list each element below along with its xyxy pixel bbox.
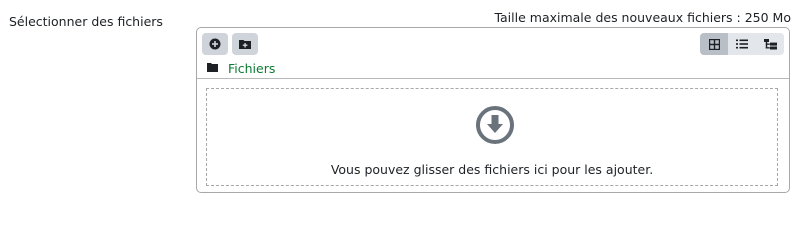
max-size-notice: Taille maximale des nouveaux fichiers : …: [494, 10, 791, 25]
file-manager: Fichiers Vous pouvez glisser des fichier…: [196, 27, 790, 193]
drop-zone[interactable]: Vous pouvez glisser des fichiers ici pou…: [206, 88, 778, 186]
view-list-button[interactable]: [728, 33, 756, 55]
view-icons-button[interactable]: [700, 33, 728, 55]
grid-icon: [708, 38, 720, 50]
folder-plus-icon: [239, 40, 251, 49]
path-link-files[interactable]: Fichiers: [228, 61, 275, 76]
plus-circle-icon: [209, 38, 221, 50]
view-mode-group: [700, 33, 784, 55]
drop-zone-hint: Vous pouvez glisser des fichiers ici pou…: [330, 162, 654, 177]
file-manager-toolbar: [197, 28, 789, 60]
view-tree-button[interactable]: [756, 33, 784, 55]
add-file-button[interactable]: [202, 33, 228, 55]
folder-icon: [207, 63, 218, 72]
arrow-down-circle-icon: [476, 106, 514, 144]
field-label: Sélectionner des fichiers: [9, 14, 163, 29]
folder-path-bar: Fichiers: [197, 60, 789, 79]
create-folder-button[interactable]: [232, 33, 258, 55]
list-icon: [736, 39, 748, 49]
tree-icon: [763, 38, 777, 49]
